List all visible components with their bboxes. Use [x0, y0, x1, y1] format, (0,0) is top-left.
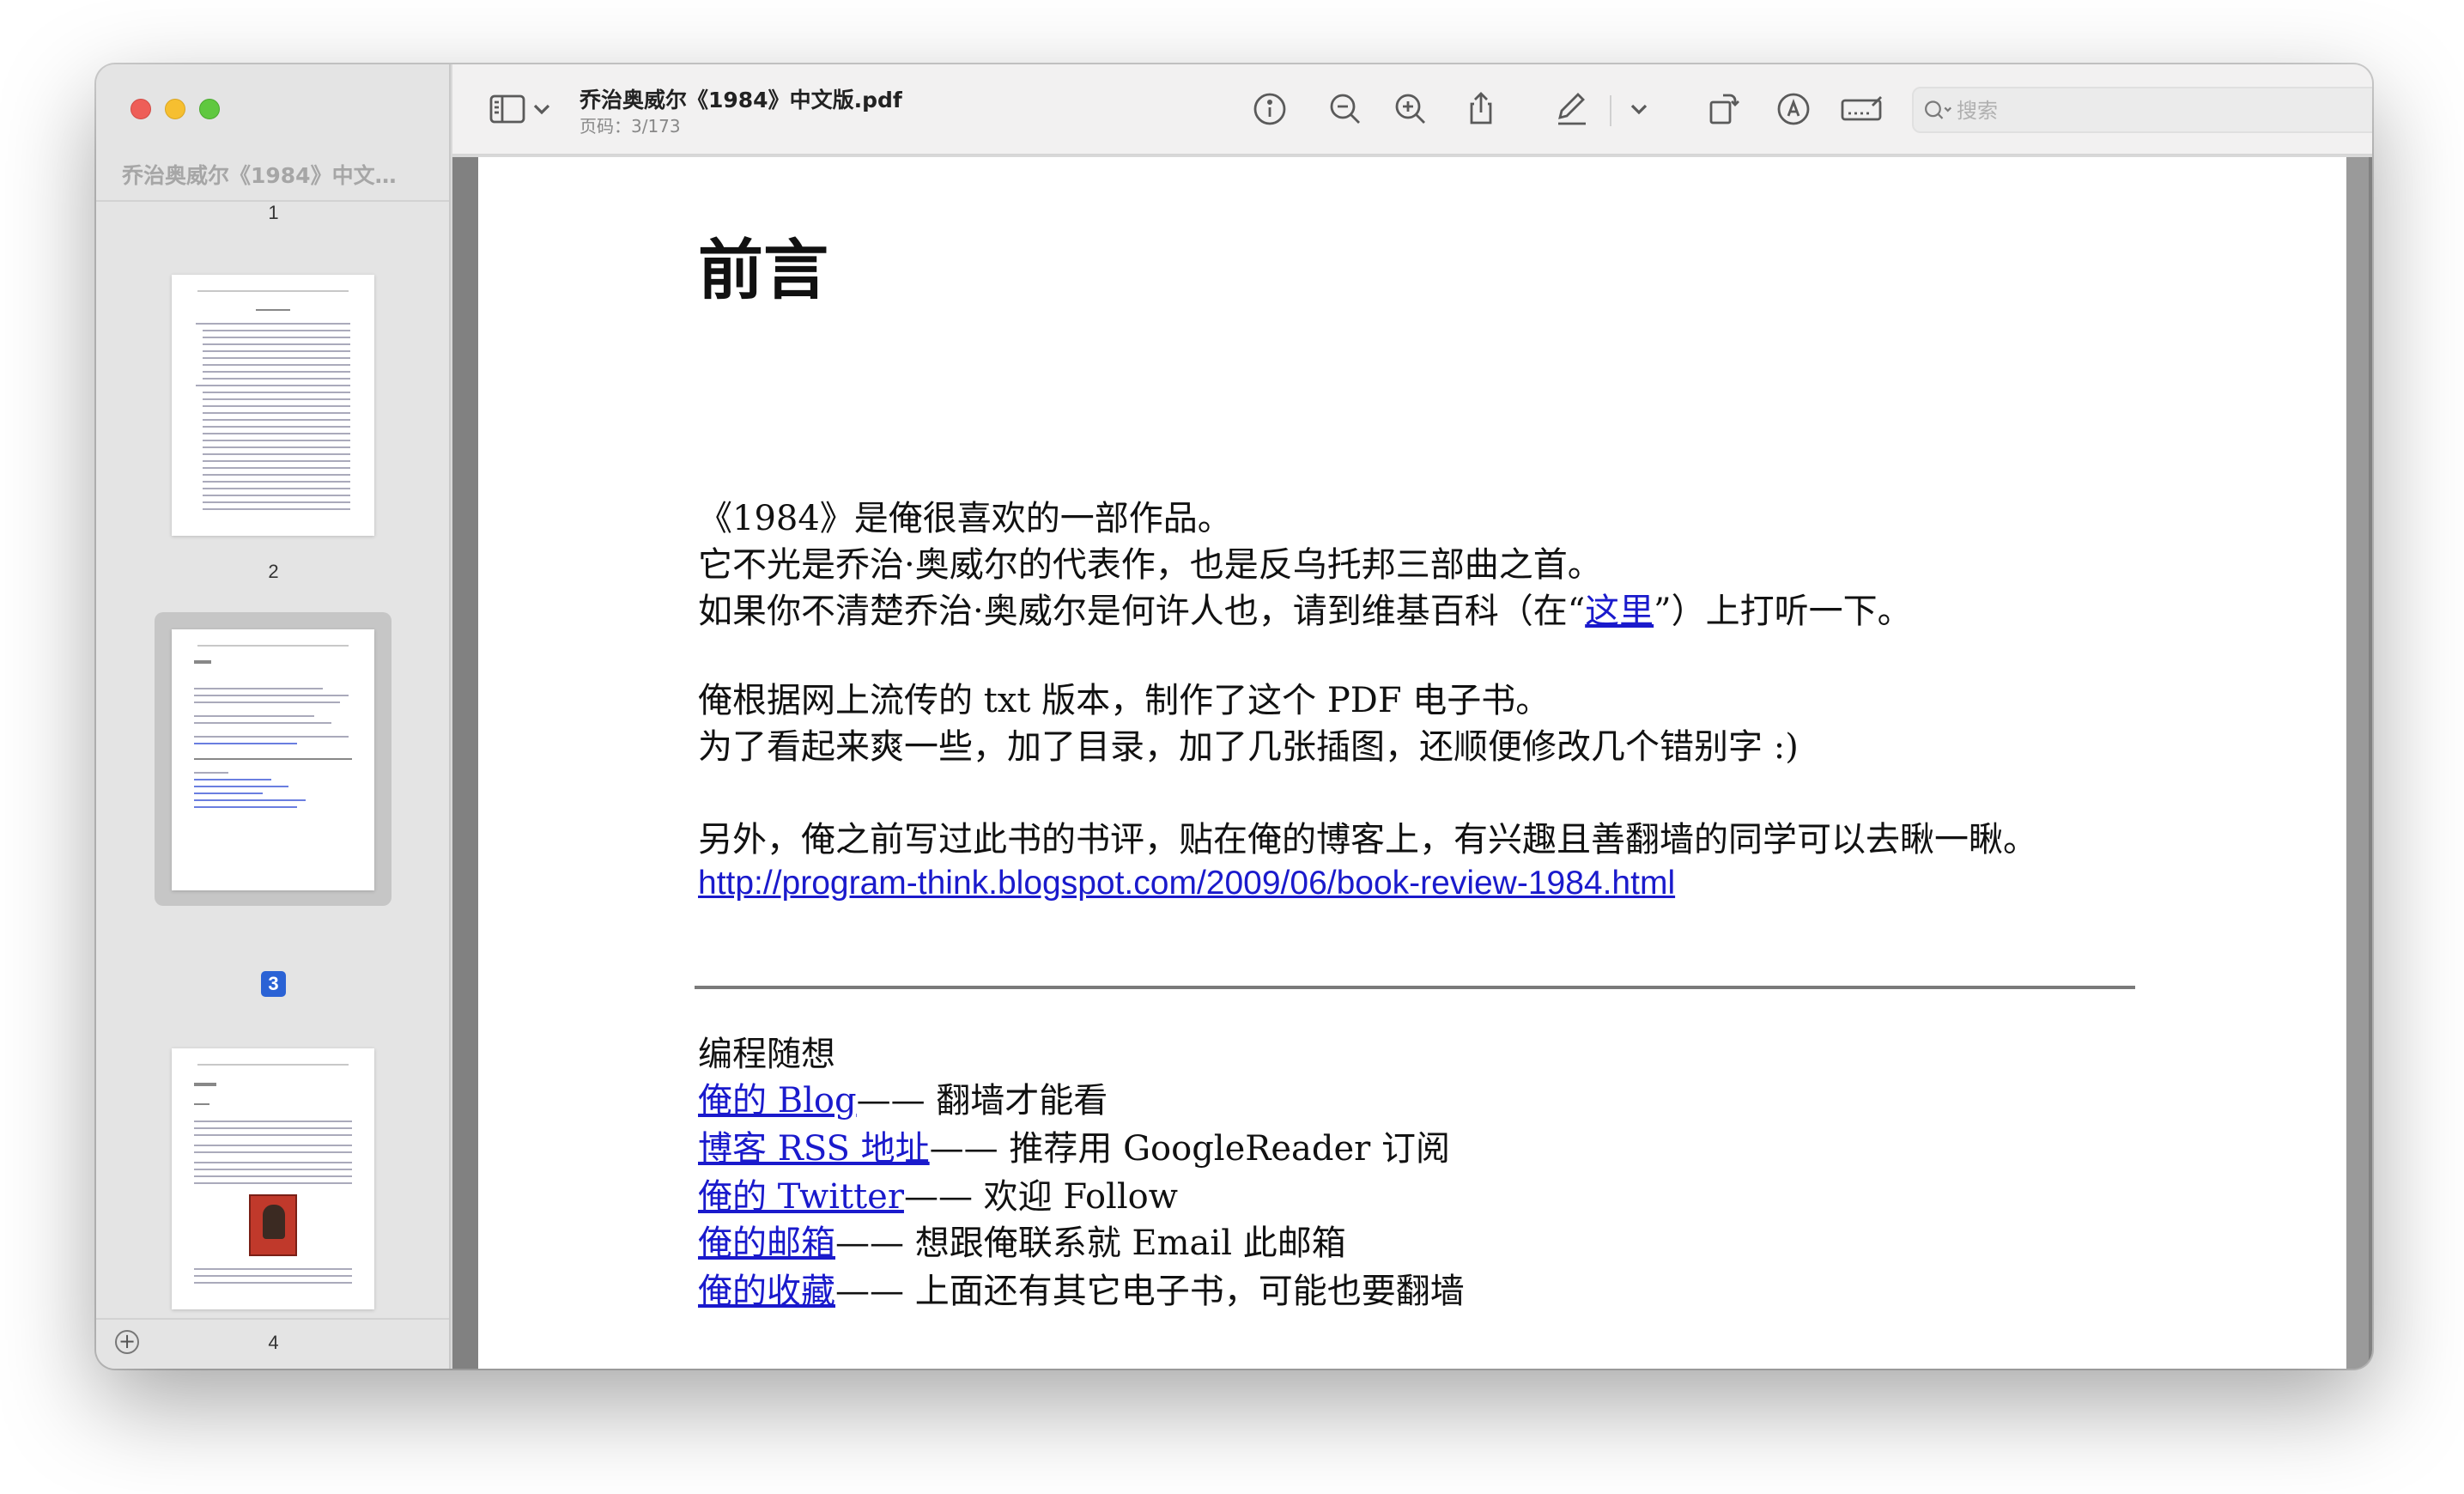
bookmarks-link[interactable]: 俺的收藏	[698, 1272, 835, 1311]
thumbnail-page-2[interactable]	[172, 275, 374, 536]
footer-link-row: 俺的 Blog—— 翻墙才能看	[698, 1081, 1108, 1120]
share-icon[interactable]	[1460, 88, 1502, 130]
sign-icon[interactable]	[1838, 88, 1886, 130]
wikipedia-link[interactable]: 这里	[1585, 592, 1654, 631]
footer-heading: 编程随想	[698, 1035, 835, 1074]
footer-link-row: 俺的 Twitter—— 欢迎 Follow	[698, 1177, 1178, 1217]
poster-illustration	[249, 1194, 297, 1256]
thumbnail-sidebar: 乔治奥威尔《1984》中文… 1 2 3 4 +	[96, 64, 451, 1369]
zoom-in-icon[interactable]	[1390, 88, 1431, 130]
sidebar-title: 乔治奥威尔《1984》中文…	[122, 163, 397, 188]
preview-window: 乔治奥威尔《1984》中文… 1 2 3 4 + 乔治奥威尔《1984》中文版.…	[96, 64, 2372, 1369]
chevron-down-icon[interactable]	[1629, 88, 1649, 130]
rss-link[interactable]: 博客 RSS 地址	[698, 1129, 930, 1169]
horizontal-rule	[695, 986, 2135, 989]
info-icon[interactable]	[1249, 88, 1290, 130]
toolbar-separator	[1610, 95, 1611, 126]
paragraph-line: 《1984》是俺很喜欢的一部作品。	[698, 499, 1232, 538]
paragraph-line: 俺根据网上流传的 txt 版本，制作了这个 PDF 电子书。	[698, 681, 1551, 720]
minimize-button[interactable]	[165, 99, 185, 119]
thumbnail-page-3[interactable]	[172, 629, 374, 890]
search-field[interactable]	[1912, 87, 2372, 133]
zoom-button[interactable]	[199, 99, 220, 119]
document-view[interactable]: 前言 《1984》是俺很喜欢的一部作品。 它不光是乔治·奥威尔的代表作，也是反乌…	[452, 157, 2372, 1369]
footer-link-row: 博客 RSS 地址—— 推荐用 GoogleReader 订阅	[698, 1129, 1451, 1169]
blog-link[interactable]: 俺的 Blog	[698, 1081, 857, 1120]
page-indicator: 页码：3/173	[580, 116, 681, 137]
page-number-4[interactable]: 4	[96, 1332, 451, 1354]
review-link-line: http://program-think.blogspot.com/2009/0…	[698, 859, 1675, 907]
footer-link-row: 俺的收藏—— 上面还有其它电子书，可能也要翻墙	[698, 1272, 1465, 1311]
pdf-page: 前言 《1984》是俺很喜欢的一部作品。 它不光是乔治·奥威尔的代表作，也是反乌…	[478, 157, 2346, 1369]
search-input[interactable]	[1955, 95, 2372, 126]
close-button[interactable]	[130, 99, 151, 119]
thumbnail-page-4[interactable]	[172, 1048, 374, 1309]
page-number-3[interactable]: 3	[96, 971, 451, 997]
page-number-1[interactable]: 1	[96, 202, 451, 224]
annotate-icon[interactable]	[1773, 88, 1814, 130]
chevron-down-icon[interactable]	[531, 88, 552, 130]
scrollbar[interactable]	[2346, 157, 2369, 1369]
rotate-icon[interactable]	[1702, 88, 1744, 130]
zoom-out-icon[interactable]	[1325, 88, 1366, 130]
email-link[interactable]: 俺的邮箱	[698, 1224, 835, 1263]
sidebar-bottom-divider	[96, 1318, 449, 1320]
footer-link-row: 俺的邮箱—— 想跟俺联系就 Email 此邮箱	[698, 1224, 1346, 1263]
page-title: 前言	[698, 232, 828, 308]
paragraph-line: 另外，俺之前写过此书的书评，贴在俺的博客上，有兴趣且善翻墙的同学可以去瞅一瞅。	[698, 820, 2037, 859]
document-title: 乔治奥威尔《1984》中文版.pdf	[580, 88, 902, 112]
review-link[interactable]: http://program-think.blogspot.com/2009/0…	[698, 865, 1675, 902]
page-number-2[interactable]: 2	[96, 561, 451, 583]
paragraph-line: 为了看起来爽一些，加了目录，加了几张插图，还顺便修改几个错别字 :)	[698, 727, 1799, 767]
toolbar: 乔治奥威尔《1984》中文版.pdf 页码：3/173	[452, 64, 2372, 155]
search-icon	[1922, 97, 1953, 125]
plus-circle-icon[interactable]: +	[115, 1330, 139, 1354]
markup-pen-icon[interactable]	[1551, 88, 1593, 130]
paragraph-line: 如果你不清楚乔治·奥威尔是何许人也，请到维基百科（在“这里”）上打听一下。	[698, 592, 1912, 631]
window-controls	[130, 99, 220, 119]
twitter-link[interactable]: 俺的 Twitter	[698, 1177, 904, 1217]
sidebar-toggle-icon[interactable]	[487, 88, 528, 130]
paragraph-line: 它不光是乔治·奥威尔的代表作，也是反乌托邦三部曲之首。	[698, 545, 1602, 585]
